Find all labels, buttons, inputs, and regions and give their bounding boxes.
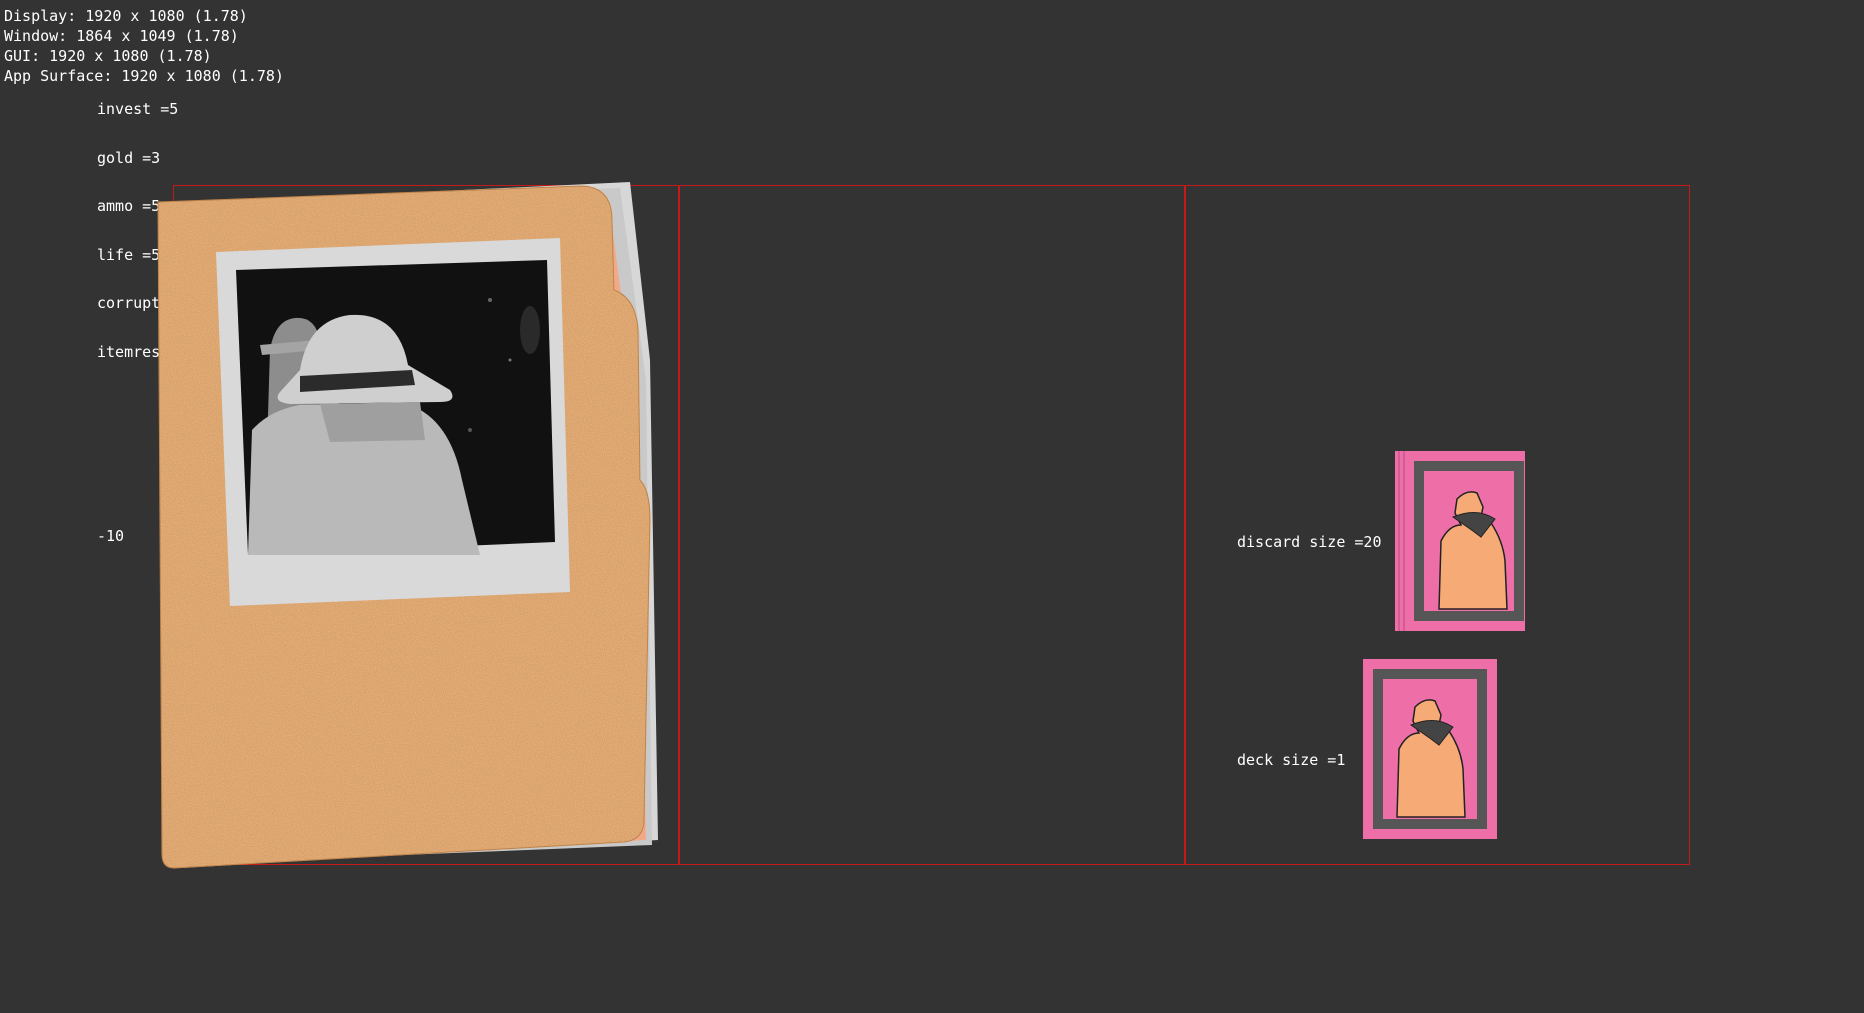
stat-gold: gold =3 <box>97 149 161 167</box>
deck-size-label: deck size =1 <box>1237 751 1346 769</box>
stat-invest: invest =5 <box>97 100 179 118</box>
case-file-card[interactable] <box>150 180 670 870</box>
folder-illustration <box>157 182 658 869</box>
debug-app-surface: App Surface: 1920 x 1080 (1.78) <box>4 67 284 85</box>
discard-size-label: discard size =20 <box>1237 533 1382 551</box>
polaroid-photo <box>216 238 570 606</box>
deck-pile[interactable] <box>1363 659 1497 839</box>
discard-pile[interactable] <box>1395 451 1531 631</box>
play-zone-center[interactable] <box>678 185 1186 865</box>
debug-display: Display: 1920 x 1080 (1.78) <box>4 7 248 25</box>
debug-gui: GUI: 1920 x 1080 (1.78) <box>4 47 212 65</box>
card-back-icon <box>1395 451 1525 631</box>
debug-window: Window: 1864 x 1049 (1.78) <box>4 27 239 45</box>
stat-modifier: -10 <box>97 527 125 545</box>
card-back-icon <box>1363 659 1497 839</box>
